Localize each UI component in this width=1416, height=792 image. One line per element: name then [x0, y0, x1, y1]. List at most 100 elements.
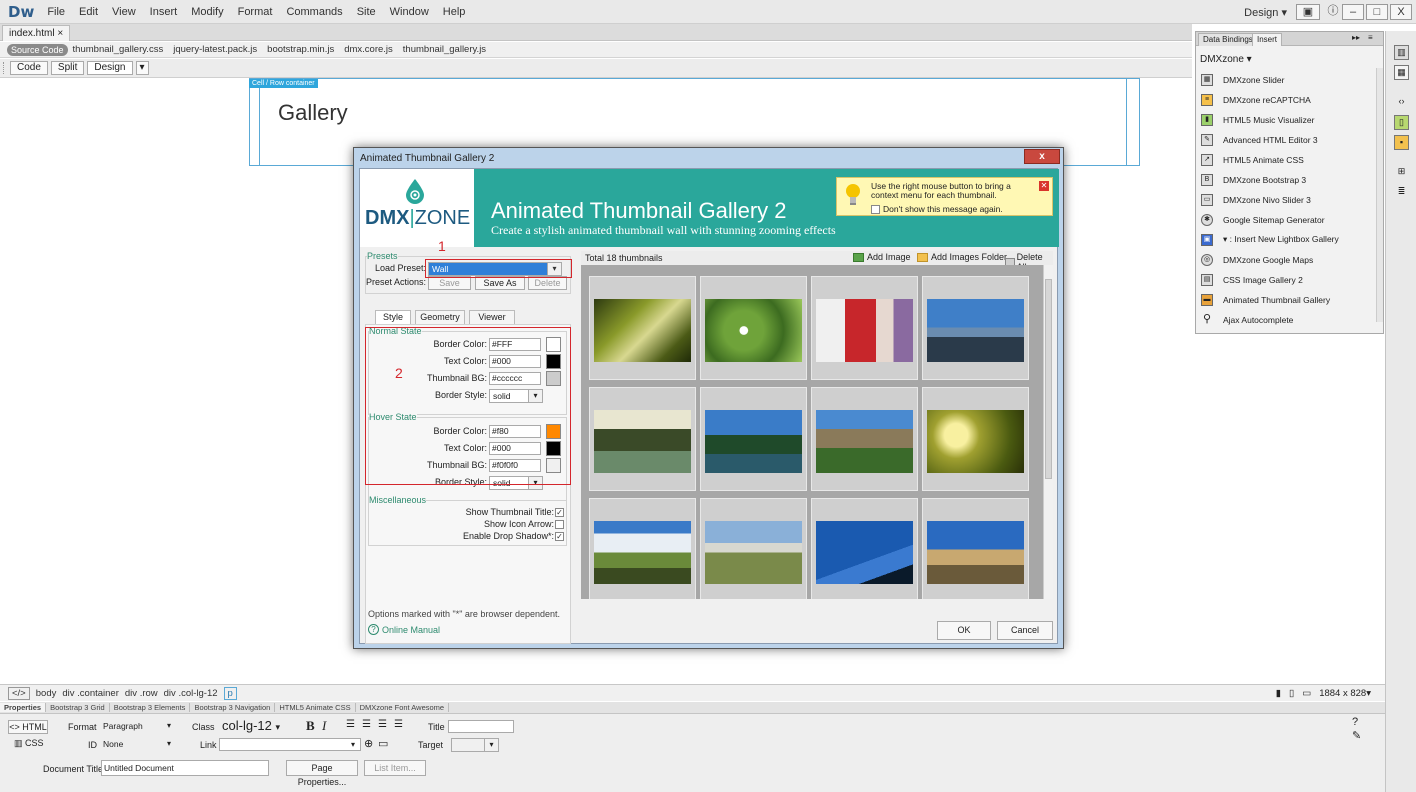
menu-edit[interactable]: Edit — [79, 6, 98, 18]
thumbnail[interactable] — [700, 387, 807, 491]
tab-bootstrap-navigation[interactable]: Bootstrap 3 Navigation — [190, 703, 276, 712]
document-tab[interactable]: index.html × — [2, 25, 71, 41]
thumbnail[interactable] — [811, 498, 918, 599]
panel-menu-icon[interactable]: ≡ — [1368, 33, 1373, 42]
insert-item-ajax-autocomplete[interactable]: ⚲ Ajax Autocomplete — [1196, 310, 1376, 329]
related-file[interactable]: dmx.core.js — [344, 44, 393, 55]
quick-tag-editor-icon[interactable]: ✎ — [1352, 729, 1361, 742]
tab-bootstrap-elements[interactable]: Bootstrap 3 Elements — [110, 703, 191, 712]
minimize-button[interactable]: – — [1342, 4, 1364, 20]
link-input[interactable]: ▾ — [219, 738, 361, 751]
scrollbar-thumb[interactable] — [1045, 279, 1052, 479]
workspace-switcher[interactable]: Design ▾ — [1244, 6, 1287, 19]
tag-body[interactable]: body — [36, 688, 57, 699]
tag-p[interactable]: p — [223, 686, 237, 700]
browse-folder-icon[interactable]: ▭ — [378, 737, 388, 750]
italic-button[interactable]: I — [322, 718, 326, 734]
thumbnail[interactable] — [700, 276, 807, 380]
thumbnail[interactable] — [589, 276, 696, 380]
class-select[interactable]: col-lg-12 ▾ — [222, 718, 280, 733]
panel-expand-icon[interactable]: ▸▸ — [1352, 33, 1360, 42]
close-tab-icon[interactable]: × — [57, 28, 63, 39]
menu-view[interactable]: View — [112, 6, 136, 18]
css-mode-button[interactable]: ▥ CSS — [14, 738, 44, 749]
menu-help[interactable]: Help — [443, 6, 466, 18]
assets-icon[interactable]: ▪ — [1394, 135, 1409, 150]
tab-insert[interactable]: Insert — [1252, 33, 1283, 46]
online-manual-link[interactable]: ? Online Manual — [368, 624, 440, 635]
unordered-list-icon[interactable]: ☰ — [346, 719, 355, 730]
css-designer-icon[interactable]: ▦ — [1394, 65, 1409, 80]
menu-site[interactable]: Site — [357, 6, 376, 18]
cancel-button[interactable]: Cancel — [997, 621, 1053, 640]
insert-item-html-editor[interactable]: ✎ Advanced HTML Editor 3 — [1196, 130, 1376, 149]
insert-item-nivo-slider[interactable]: ▭ DMXzone Nivo Slider 3 — [1196, 190, 1376, 209]
target-select[interactable]: ▾ — [451, 738, 499, 752]
title-input[interactable] — [448, 720, 514, 733]
thumbnail[interactable] — [700, 498, 807, 599]
dialog-close-button[interactable]: x — [1024, 149, 1060, 164]
enable-drop-shadow-checkbox[interactable]: ✓ — [555, 532, 564, 541]
menu-window[interactable]: Window — [390, 6, 429, 18]
format-select[interactable]: Paragraph ▾ — [100, 720, 176, 734]
save-preset-button[interactable]: Save — [428, 276, 471, 290]
sync-settings-icon[interactable]: ▣ — [1296, 4, 1320, 20]
insert-item-lightbox[interactable]: ▣ ▾ : Insert New Lightbox Gallery — [1196, 230, 1376, 249]
dom-icon[interactable]: ⊞ — [1394, 165, 1409, 180]
add-image-button[interactable]: Add Image — [853, 252, 911, 262]
mobile-size-icon[interactable]: ▮ — [1276, 688, 1281, 699]
help-icon[interactable]: ? — [1352, 716, 1358, 728]
category-dropdown[interactable]: DMXzone ▾ — [1200, 54, 1252, 65]
menu-format[interactable]: Format — [238, 6, 273, 18]
insert-item-bootstrap[interactable]: B DMXzone Bootstrap 3 — [1196, 170, 1376, 189]
id-select[interactable]: None ▾ — [100, 738, 176, 752]
outdent-icon[interactable]: ☰ — [378, 719, 387, 730]
menu-insert[interactable]: Insert — [150, 6, 178, 18]
gallery-heading[interactable]: Gallery — [278, 100, 348, 126]
insert-item-recaptcha[interactable]: ≡ DMXzone reCAPTCHA — [1196, 90, 1376, 109]
view-options-dropdown[interactable]: ▾ — [135, 61, 149, 75]
thumbnail[interactable] — [922, 276, 1029, 380]
desktop-size-icon[interactable]: ▭ — [1302, 688, 1311, 699]
delete-preset-button[interactable]: Delete — [528, 276, 567, 290]
thumbnail[interactable] — [922, 387, 1029, 491]
document-title-input[interactable]: Untitled Document — [101, 760, 269, 776]
page-properties-button[interactable]: Page Properties... — [286, 760, 358, 787]
insert-item-sitemap[interactable]: ✱ Google Sitemap Generator — [1196, 210, 1376, 229]
list-item-button[interactable]: List Item... — [364, 760, 426, 776]
files-icon[interactable]: ▯ — [1394, 115, 1409, 130]
thumbnail[interactable] — [589, 498, 696, 599]
insert-item-css-image-gallery[interactable]: ▤ CSS Image Gallery 2 — [1196, 270, 1376, 289]
ordered-list-icon[interactable]: ☰ — [362, 719, 371, 730]
cell-row-tag[interactable]: Cell / Row container — [249, 79, 318, 88]
tab-font-awesome[interactable]: DMXzone Font Awesome — [356, 703, 450, 712]
thumbnail[interactable] — [811, 387, 918, 491]
bold-button[interactable]: B — [306, 718, 315, 734]
checkbox-box[interactable] — [871, 204, 880, 214]
related-file[interactable]: jquery-latest.pack.js — [173, 44, 257, 55]
insert-item-dmxzone-slider[interactable]: ▦ DMXzone Slider — [1196, 70, 1376, 89]
insert-item-animate-css[interactable]: ↗ HTML5 Animate CSS — [1196, 150, 1376, 169]
tab-viewer[interactable]: Viewer — [469, 310, 515, 324]
menu-commands[interactable]: Commands — [286, 6, 342, 18]
source-code-button[interactable]: Source Code — [7, 43, 68, 56]
tag-div[interactable]: div .row — [125, 688, 158, 699]
add-images-folder-button[interactable]: Add Images Folder — [917, 252, 1007, 262]
design-view-button[interactable]: Design — [87, 61, 133, 75]
split-view-button[interactable]: Split — [50, 61, 85, 75]
menu-modify[interactable]: Modify — [191, 6, 223, 18]
maximize-button[interactable]: □ — [1366, 4, 1388, 20]
insert-item-animated-thumbnail-gallery[interactable]: ▬ Animated Thumbnail Gallery — [1196, 290, 1376, 309]
window-size-selector[interactable]: ▮ ▯ ▭ 1884 x 828 ▾ — [1276, 688, 1371, 699]
thumbnail-scrollbar[interactable] — [1043, 265, 1053, 599]
related-file[interactable]: thumbnail_gallery.js — [403, 44, 486, 55]
tablet-size-icon[interactable]: ▯ — [1289, 688, 1294, 699]
panel-scrollbar[interactable] — [1376, 68, 1383, 322]
behaviors-icon[interactable]: ≣ — [1394, 185, 1409, 200]
thumbnail[interactable] — [922, 498, 1029, 599]
tab-html5-animate[interactable]: HTML5 Animate CSS — [275, 703, 356, 712]
point-to-file-icon[interactable]: ⊕ — [364, 737, 373, 750]
thumbnail[interactable] — [811, 276, 918, 380]
tag-div[interactable]: div .container — [62, 688, 119, 699]
dont-show-again-checkbox[interactable]: Don't show this message again. — [871, 204, 1003, 214]
